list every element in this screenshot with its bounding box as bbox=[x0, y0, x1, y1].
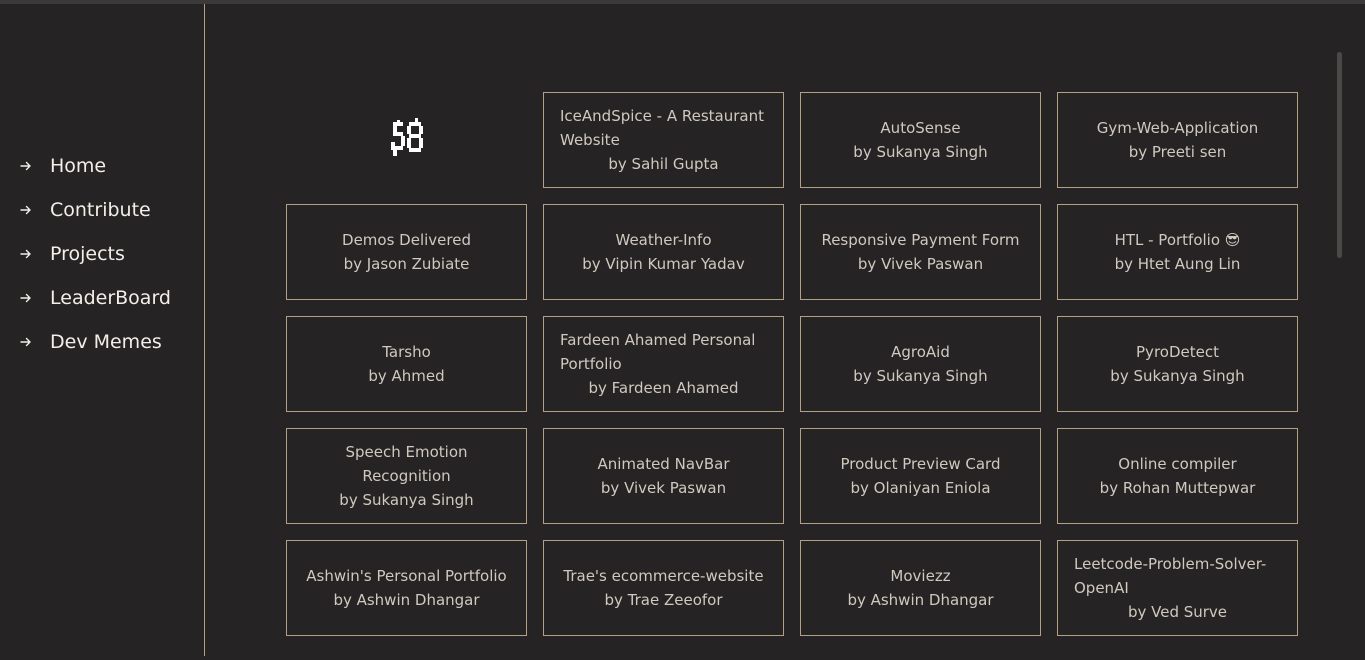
sidebar-item-home[interactable]: Home bbox=[18, 144, 171, 188]
project-title: Online compiler bbox=[1118, 455, 1237, 473]
project-card[interactable]: Trae's ecommerce-website by Trae Zeeofor bbox=[543, 540, 784, 636]
project-author: by Sahil Gupta bbox=[608, 155, 719, 173]
sidebar-item-dev-memes[interactable]: Dev Memes bbox=[18, 320, 171, 364]
project-author: by Rohan Muttepwar bbox=[1099, 479, 1256, 497]
sidebar-item-projects[interactable]: Projects bbox=[18, 232, 171, 276]
project-author: by Olaniyan Eniola bbox=[850, 479, 991, 497]
project-title: Animated NavBar bbox=[597, 455, 730, 473]
project-title: Trae's ecommerce-website bbox=[563, 567, 764, 585]
sidebar-item-label: Projects bbox=[50, 243, 125, 265]
project-title: Demos Delivered bbox=[342, 231, 471, 249]
sidebar-item-label: LeaderBoard bbox=[50, 287, 171, 309]
project-card[interactable]: AgroAid by Sukanya Singh bbox=[800, 316, 1041, 412]
project-card[interactable]: Demos Delivered by Jason Zubiate bbox=[286, 204, 527, 300]
project-author: by Ved Surve bbox=[1127, 603, 1228, 621]
sidebar: Home Contribute Projects LeaderBoard Dev… bbox=[0, 4, 205, 656]
arrow-right-icon bbox=[18, 336, 34, 348]
arrow-right-icon bbox=[18, 248, 34, 260]
sidebar-item-leaderboard[interactable]: LeaderBoard bbox=[18, 276, 171, 320]
project-author: by Ahmed bbox=[368, 367, 445, 385]
project-author: by Jason Zubiate bbox=[343, 255, 470, 273]
project-title: Moviezz bbox=[890, 567, 951, 585]
main-content: 58 IceAndSpice - A Restaurant Website by… bbox=[206, 4, 1365, 656]
project-card[interactable]: Product Preview Card by Olaniyan Eniola bbox=[800, 428, 1041, 524]
project-author: by Ashwin Dhangar bbox=[847, 591, 994, 609]
project-author: by Htet Aung Lin bbox=[1114, 255, 1241, 273]
project-author: by Vivek Paswan bbox=[600, 479, 727, 497]
arrow-right-icon bbox=[18, 292, 34, 304]
project-title: Fardeen Ahamed Personal Portfolio bbox=[560, 331, 756, 373]
sidebar-item-label: Home bbox=[50, 155, 107, 177]
project-author: by Sukanya Singh bbox=[853, 143, 988, 161]
project-author: by Ashwin Dhangar bbox=[333, 591, 480, 609]
project-card[interactable]: Tarsho by Ahmed bbox=[286, 316, 527, 412]
project-card[interactable]: Weather-Info by Vipin Kumar Yadav bbox=[543, 204, 784, 300]
project-title: Tarsho bbox=[382, 343, 431, 361]
project-card[interactable]: AutoSense by Sukanya Singh bbox=[800, 92, 1041, 188]
project-card[interactable]: Online compiler by Rohan Muttepwar bbox=[1057, 428, 1298, 524]
project-title: Product Preview Card bbox=[840, 455, 1001, 473]
project-title: Gym-Web-Application bbox=[1096, 119, 1259, 137]
pixel-logo-icon bbox=[390, 118, 423, 156]
project-card[interactable]: Responsive Payment Form by Vivek Paswan bbox=[800, 204, 1041, 300]
project-card[interactable]: Leetcode-Problem-Solver-OpenAI by Ved Su… bbox=[1057, 540, 1298, 636]
project-title: Speech Emotion Recognition bbox=[345, 443, 468, 485]
project-title: Weather-Info bbox=[615, 231, 712, 249]
sidebar-item-contribute[interactable]: Contribute bbox=[18, 188, 171, 232]
project-card[interactable]: Speech Emotion Recognition by Sukanya Si… bbox=[286, 428, 527, 524]
project-card[interactable]: IceAndSpice - A Restaurant Website by Sa… bbox=[543, 92, 784, 188]
sidebar-nav: Home Contribute Projects LeaderBoard Dev… bbox=[18, 144, 171, 364]
project-card[interactable]: Gym-Web-Application by Preeti sen bbox=[1057, 92, 1298, 188]
project-title: HTL - Portfolio 😎 bbox=[1114, 231, 1241, 249]
project-card[interactable]: HTL - Portfolio 😎 by Htet Aung Lin bbox=[1057, 204, 1298, 300]
vertical-scrollbar[interactable] bbox=[1337, 52, 1343, 660]
project-author: by Vipin Kumar Yadav bbox=[582, 255, 745, 273]
project-title: AutoSense bbox=[880, 119, 961, 137]
project-title: PyroDetect bbox=[1136, 343, 1219, 361]
arrow-right-icon bbox=[18, 204, 34, 216]
arrow-right-icon bbox=[18, 160, 34, 172]
project-author: by Sukanya Singh bbox=[853, 367, 988, 385]
sidebar-item-label: Contribute bbox=[50, 199, 151, 221]
sidebar-item-label: Dev Memes bbox=[50, 331, 162, 353]
project-author: by Vivek Paswan bbox=[857, 255, 984, 273]
project-author: by Trae Zeeofor bbox=[604, 591, 723, 609]
project-title: Ashwin's Personal Portfolio bbox=[306, 567, 507, 585]
scrollbar-thumb[interactable] bbox=[1337, 52, 1342, 258]
project-card[interactable]: Ashwin's Personal Portfolio by Ashwin Dh… bbox=[286, 540, 527, 636]
projects-grid: 58 IceAndSpice - A Restaurant Website by… bbox=[286, 92, 1298, 636]
site-logo[interactable]: 58 bbox=[286, 92, 527, 188]
project-title: Leetcode-Problem-Solver-OpenAI bbox=[1074, 555, 1267, 597]
project-title: Responsive Payment Form bbox=[821, 231, 1020, 249]
project-card[interactable]: Fardeen Ahamed Personal Portfolio by Far… bbox=[543, 316, 784, 412]
project-author: by Preeti sen bbox=[1128, 143, 1227, 161]
project-card[interactable]: Animated NavBar by Vivek Paswan bbox=[543, 428, 784, 524]
project-author: by Sukanya Singh bbox=[339, 491, 474, 509]
project-card[interactable]: Moviezz by Ashwin Dhangar bbox=[800, 540, 1041, 636]
project-card[interactable]: PyroDetect by Sukanya Singh bbox=[1057, 316, 1298, 412]
project-author: by Fardeen Ahamed bbox=[588, 379, 739, 397]
project-author: by Sukanya Singh bbox=[1110, 367, 1245, 385]
project-title: AgroAid bbox=[891, 343, 950, 361]
project-title: IceAndSpice - A Restaurant Website bbox=[560, 107, 764, 149]
